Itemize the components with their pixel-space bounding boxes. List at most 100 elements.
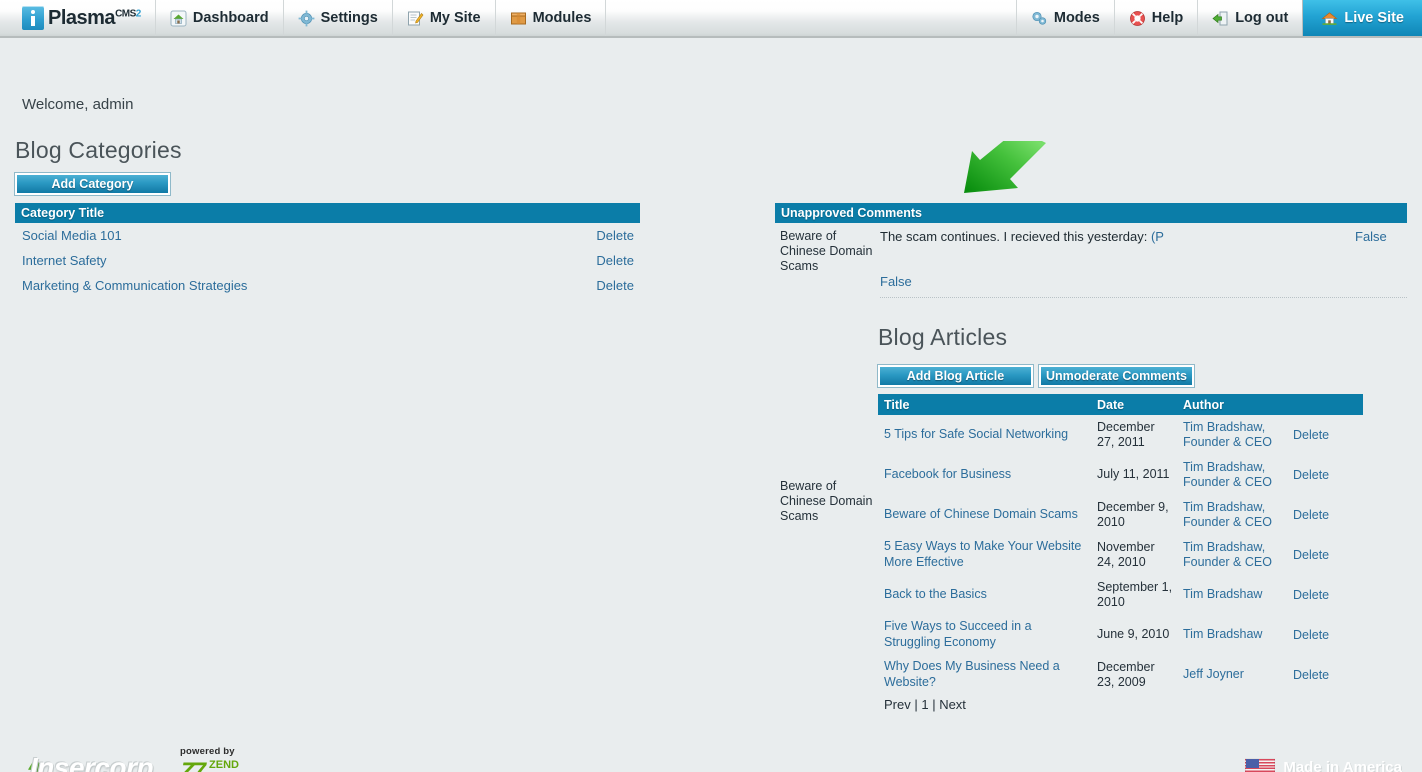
made-in-america-badge: Made in America <box>1245 758 1402 772</box>
nav-item-help[interactable]: Help <box>1113 0 1197 36</box>
delete-article-link[interactable]: Delete <box>1293 588 1329 602</box>
pagination-next[interactable]: Next <box>939 697 966 712</box>
nav-label-help: Help <box>1151 10 1184 26</box>
delete-category-link[interactable]: Delete <box>596 228 634 243</box>
nav-item-dashboard[interactable]: Dashboard <box>156 0 284 36</box>
article-title-link[interactable]: Beware of Chinese Domain Scams <box>884 507 1078 521</box>
nav-label-dashboard: Dashboard <box>192 10 269 26</box>
articles-column-header-author: Author <box>1183 397 1224 412</box>
comment-text: The scam continues. I recieved this yest… <box>880 229 1151 244</box>
nav-item-my-site[interactable]: My Site <box>393 0 496 36</box>
delete-article-link[interactable]: Delete <box>1293 468 1329 482</box>
add-category-button[interactable]: Add Category <box>14 172 171 196</box>
article-title-link[interactable]: 5 Tips for Safe Social Networking <box>884 427 1068 441</box>
delete-article-link[interactable]: Delete <box>1293 548 1329 562</box>
unapproved-comments-panel: Unapproved Comments Beware of Chinese Do… <box>775 203 1407 298</box>
delete-article-link[interactable]: Delete <box>1293 428 1329 442</box>
nav-label-modules: Modules <box>532 10 592 26</box>
delete-category-link[interactable]: Delete <box>596 253 634 268</box>
table-row: Marketing & Communication Strategies Del… <box>15 273 640 298</box>
pagination-page-1[interactable]: 1 <box>921 697 928 712</box>
article-author-link[interactable]: Tim Bradshaw <box>1183 587 1262 601</box>
nav-label-logout: Log out <box>1235 10 1289 26</box>
article-title-link[interactable]: Back to the Basics <box>884 587 987 601</box>
comment-approve-link[interactable]: False <box>880 274 1347 289</box>
comment-body: The scam continues. I recieved this yest… <box>875 229 1347 289</box>
comment-text-truncated: (P <box>1150 229 1164 244</box>
articles-column-header-title: Title <box>884 397 910 412</box>
table-row: Why Does My Business Need a Website? Dec… <box>878 655 1363 695</box>
category-column-header-title: Category Title <box>21 206 105 220</box>
article-date: September 1, 2010 <box>1097 579 1173 609</box>
article-title-link[interactable]: Facebook for Business <box>884 467 1011 481</box>
article-author-link[interactable]: Tim Bradshaw, Founder & CEO <box>1183 420 1272 449</box>
box-icon <box>510 10 527 27</box>
article-title-link[interactable]: Why Does My Business Need a Website? <box>884 659 1060 689</box>
brand-logo[interactable]: PlasmaCMS2 <box>0 0 156 36</box>
article-date: June 9, 2010 <box>1097 627 1170 642</box>
articles-header-bar: Title Date Author <box>878 394 1363 415</box>
article-title-link[interactable]: 5 Easy Ways to Make Your Website More Ef… <box>884 539 1081 569</box>
articles-table: Title Date Author 5 Tips for Safe Social… <box>878 394 1363 695</box>
made-in-america-text: Made in America <box>1283 759 1402 772</box>
top-navigation-bar: PlasmaCMS2 Dashboard Settings My Site Mo… <box>0 0 1422 38</box>
category-link[interactable]: Internet Safety <box>22 253 107 268</box>
articles-column-header-date: Date <box>1097 397 1125 412</box>
table-row: 5 Easy Ways to Make Your Website More Ef… <box>878 535 1363 575</box>
category-table-header: Category Title <box>15 203 640 223</box>
exit-door-icon <box>1212 10 1229 27</box>
table-row: Internet Safety Delete <box>15 248 640 273</box>
comment-row: Beware of Chinese Domain Scams The scam … <box>775 223 1407 289</box>
nav-label-live-site: Live Site <box>1344 10 1404 26</box>
brand-cms-text: CMS <box>115 8 136 20</box>
delete-article-link[interactable]: Delete <box>1293 668 1329 682</box>
brand-word: Plasma <box>48 7 116 29</box>
comment-status-link[interactable]: False <box>1347 229 1407 289</box>
pagination-prev[interactable]: Prev <box>884 697 911 712</box>
table-row: Facebook for Business July 11, 2011 Tim … <box>878 455 1363 495</box>
add-blog-article-button[interactable]: Add Blog Article <box>877 364 1034 388</box>
delete-article-link[interactable]: Delete <box>1293 508 1329 522</box>
unapproved-comments-title: Unapproved Comments <box>781 206 922 220</box>
comment-text-line: The scam continues. I recieved this yest… <box>880 229 1347 244</box>
unmoderate-comments-button[interactable]: Unmoderate Comments <box>1038 364 1195 388</box>
table-row: 5 Tips for Safe Social Networking Decemb… <box>878 415 1363 455</box>
plasma-info-icon <box>22 6 44 30</box>
category-link[interactable]: Social Media 101 <box>22 228 122 243</box>
article-date: December 9, 2010 <box>1097 499 1169 529</box>
nav-item-modes[interactable]: Modes <box>1015 0 1114 36</box>
article-author-link[interactable]: Tim Bradshaw <box>1183 627 1262 641</box>
zend-framework-logo: powered by Z7 ZEND FRAMEWORK <box>180 746 283 772</box>
zend-logo-row: Z7 ZEND FRAMEWORK <box>180 760 283 772</box>
brand-version: 2 <box>135 8 142 20</box>
table-row: Social Media 101 Delete <box>15 223 640 248</box>
pagination: Prev | 1 | Next <box>884 697 966 712</box>
article-date: November 24, 2010 <box>1097 539 1155 569</box>
nav-item-logout[interactable]: Log out <box>1197 0 1302 36</box>
pencil-note-icon <box>407 10 424 27</box>
table-row: Back to the Basics September 1, 2010 Tim… <box>878 575 1363 615</box>
zend-mark-icon: Z7 <box>180 758 206 772</box>
nav-item-settings[interactable]: Settings <box>284 0 393 36</box>
page-title-blog-articles: Blog Articles <box>878 324 1008 350</box>
article-title-link[interactable]: Five Ways to Succeed in a Struggling Eco… <box>884 619 1032 649</box>
page-title-blog-categories: Blog Categories <box>15 137 182 163</box>
zend-powered-by-text: powered by <box>180 746 235 757</box>
article-author-link[interactable]: Tim Bradshaw, Founder & CEO <box>1183 540 1272 569</box>
nav-item-live-site[interactable]: Live Site <box>1302 0 1422 36</box>
article-author-link[interactable]: Tim Bradshaw, Founder & CEO <box>1183 500 1272 529</box>
article-author-link[interactable]: Jeff Joyner <box>1183 667 1244 681</box>
delete-category-link[interactable]: Delete <box>596 278 634 293</box>
category-link[interactable]: Marketing & Communication Strategies <box>22 278 247 293</box>
zend-name: ZEND FRAMEWORK <box>209 760 283 772</box>
pagination-separator: | <box>910 697 922 712</box>
nav-label-my-site: My Site <box>429 10 481 26</box>
article-author-link[interactable]: Tim Bradshaw, Founder & CEO <box>1183 460 1272 489</box>
table-row: Five Ways to Succeed in a Struggling Eco… <box>878 615 1363 655</box>
nav-label-settings: Settings <box>320 10 378 26</box>
nav-item-modules[interactable]: Modules <box>496 0 607 36</box>
comment-article-title: Beware of Chinese Domain Scams <box>780 229 873 273</box>
delete-article-link[interactable]: Delete <box>1293 628 1329 642</box>
lifering-icon <box>1129 10 1146 27</box>
annotation-arrow-icon <box>958 129 1048 197</box>
